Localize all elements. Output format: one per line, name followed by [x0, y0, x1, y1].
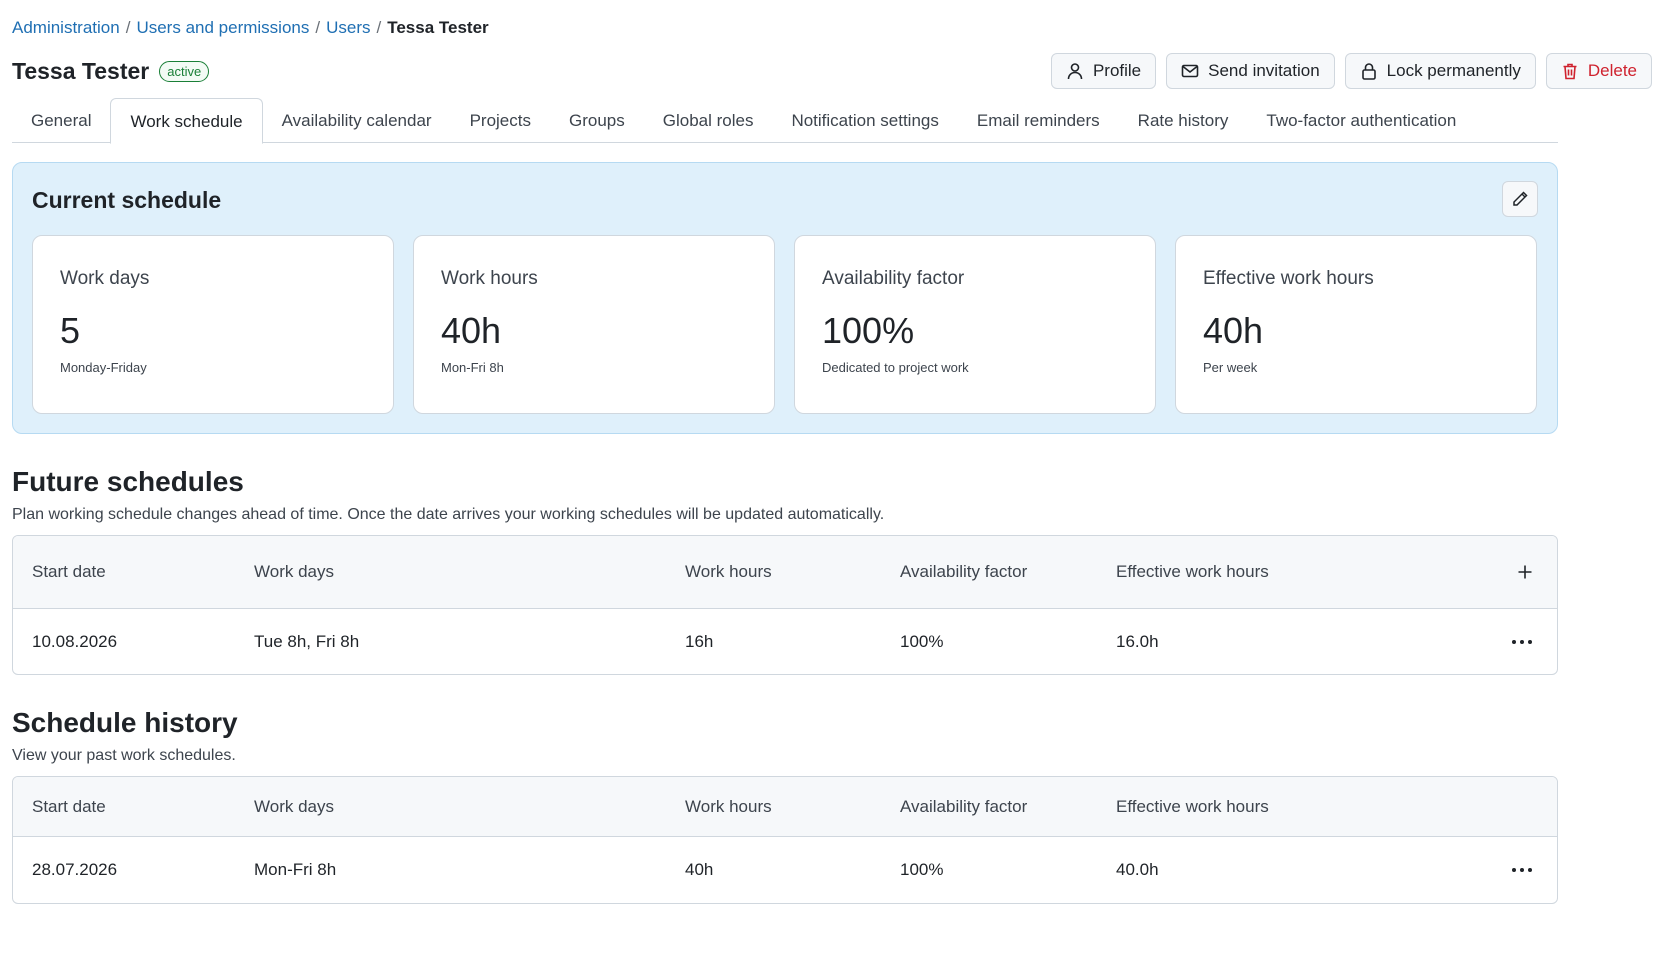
work-days-card: Work days 5 Monday-Friday — [32, 235, 394, 414]
pencil-icon — [1513, 191, 1528, 206]
send-invitation-button[interactable]: Send invitation — [1166, 53, 1335, 89]
schedule-cards: Work days 5 Monday-Friday Work hours 40h… — [32, 235, 1537, 414]
tab-projects[interactable]: Projects — [451, 98, 550, 143]
effective-work-hours-card: Effective work hours 40h Per week — [1175, 235, 1537, 414]
lock-permanently-button[interactable]: Lock permanently — [1344, 53, 1536, 89]
card-subtitle: Mon-Fri 8h — [441, 360, 504, 375]
cell-start-date: 10.08.2026 — [32, 631, 118, 651]
cell-availability-factor: 100% — [900, 860, 944, 879]
future-schedules-description: Plan working schedule changes ahead of t… — [12, 506, 885, 523]
card-label: Effective work hours — [1203, 268, 1374, 289]
breadcrumb: Administration / Users and permissions /… — [12, 18, 489, 38]
user-icon — [1067, 63, 1083, 80]
cell-effective-work-hours: 16.0h — [1116, 631, 1159, 651]
availability-factor-card: Availability factor 100% Dedicated to pr… — [794, 235, 1156, 414]
column-work-days: Work days — [254, 562, 334, 581]
card-value: 5 — [60, 310, 81, 351]
more-horizontal-icon — [1512, 639, 1532, 644]
card-subtitle: Dedicated to project work — [822, 360, 969, 375]
tab-work-schedule[interactable]: Work schedule — [110, 98, 263, 144]
column-start-date: Start date — [32, 796, 106, 816]
table-row: 28.07.2026 Mon-Fri 8h 40h 100% 40.0h — [13, 837, 1557, 903]
column-work-hours: Work hours — [685, 796, 772, 816]
tab-rate-history[interactable]: Rate history — [1119, 98, 1248, 143]
card-label: Availability factor — [822, 268, 965, 289]
column-availability-factor: Availability factor — [900, 562, 1028, 581]
tab-email-reminders[interactable]: Email reminders — [958, 98, 1119, 143]
edit-schedule-button[interactable] — [1502, 181, 1538, 217]
more-horizontal-icon — [1512, 868, 1532, 872]
column-start-date: Start date — [32, 562, 106, 581]
breadcrumb-users-and-permissions[interactable]: Users and permissions — [136, 18, 309, 38]
profile-button[interactable]: Profile — [1050, 53, 1157, 89]
trash-icon — [1563, 63, 1577, 80]
lock-icon — [1361, 63, 1376, 80]
tab-notification-settings[interactable]: Notification settings — [772, 98, 957, 143]
breadcrumb-separator: / — [125, 18, 131, 37]
breadcrumb-separator: / — [376, 18, 382, 37]
schedule-history-table: Start date Work days Work hours Availabi… — [12, 776, 1558, 904]
table-row: 10.08.2026 Tue 8h, Fri 8h 16h 100% 16.0h — [13, 609, 1557, 674]
envelope-icon — [1181, 64, 1199, 78]
page-title: Tessa Tester — [12, 58, 150, 84]
table-header: Start date Work days Work hours Availabi… — [13, 536, 1557, 609]
cell-effective-work-hours: 40.0h — [1116, 860, 1159, 879]
future-schedules-title: Future schedules — [12, 466, 244, 497]
table-header: Start date Work days Work hours Availabi… — [13, 777, 1557, 837]
cell-work-days: Tue 8h, Fri 8h — [254, 631, 360, 651]
breadcrumb-administration[interactable]: Administration — [12, 18, 120, 38]
tab-availability-calendar[interactable]: Availability calendar — [263, 98, 451, 143]
breadcrumb-current: Tessa Tester — [387, 18, 489, 37]
cell-work-hours: 40h — [685, 860, 714, 879]
tab-bar: General Work schedule Availability calen… — [12, 98, 1558, 144]
current-schedule-panel: Current schedule Work days 5 Monday-Frid… — [12, 162, 1558, 434]
header-actions: Profile Send invitation Lock permanently… — [1050, 53, 1652, 89]
schedule-history-title: Schedule history — [12, 707, 238, 738]
schedule-history-description: View your past work schedules. — [12, 747, 236, 764]
cell-work-days: Mon-Fri 8h — [254, 860, 337, 879]
column-effective-work-hours: Effective work hours — [1116, 796, 1269, 816]
breadcrumb-users[interactable]: Users — [326, 18, 370, 38]
tab-general[interactable]: General — [12, 98, 110, 143]
card-subtitle: Monday-Friday — [60, 360, 147, 375]
cell-availability-factor: 100% — [900, 631, 944, 651]
current-schedule-title: Current schedule — [32, 187, 222, 213]
breadcrumb-separator: / — [315, 18, 321, 37]
card-label: Work hours — [441, 268, 538, 289]
delete-button-label: Delete — [1587, 61, 1637, 80]
cell-work-hours: 16h — [685, 631, 714, 651]
card-label: Work days — [60, 268, 150, 289]
card-value: 100% — [822, 310, 915, 351]
column-availability-factor: Availability factor — [900, 796, 1028, 816]
card-value: 40h — [441, 310, 502, 351]
row-menu-button[interactable] — [1511, 639, 1533, 645]
plus-icon — [1518, 565, 1532, 579]
page-header: Tessa Tester active — [12, 58, 210, 85]
column-effective-work-hours: Effective work hours — [1116, 562, 1269, 581]
row-menu-button[interactable] — [1511, 867, 1533, 873]
work-hours-card: Work hours 40h Mon-Fri 8h — [413, 235, 775, 414]
tab-two-factor-authentication[interactable]: Two-factor authentication — [1247, 98, 1475, 143]
column-work-hours: Work hours — [685, 562, 772, 581]
add-future-schedule-button[interactable] — [1517, 564, 1533, 580]
profile-button-label: Profile — [1092, 61, 1142, 80]
cell-start-date: 28.07.2026 — [32, 860, 118, 879]
status-badge: active — [159, 61, 210, 82]
future-schedules-table: Start date Work days Work hours Availabi… — [12, 535, 1558, 675]
card-value: 40h — [1203, 310, 1264, 351]
lock-permanently-button-label: Lock permanently — [1386, 61, 1521, 80]
send-invitation-button-label: Send invitation — [1208, 61, 1320, 80]
tab-global-roles[interactable]: Global roles — [644, 98, 773, 143]
tab-groups[interactable]: Groups — [550, 98, 644, 143]
delete-button[interactable]: Delete — [1545, 53, 1652, 89]
card-subtitle: Per week — [1203, 360, 1258, 375]
column-work-days: Work days — [254, 796, 334, 816]
